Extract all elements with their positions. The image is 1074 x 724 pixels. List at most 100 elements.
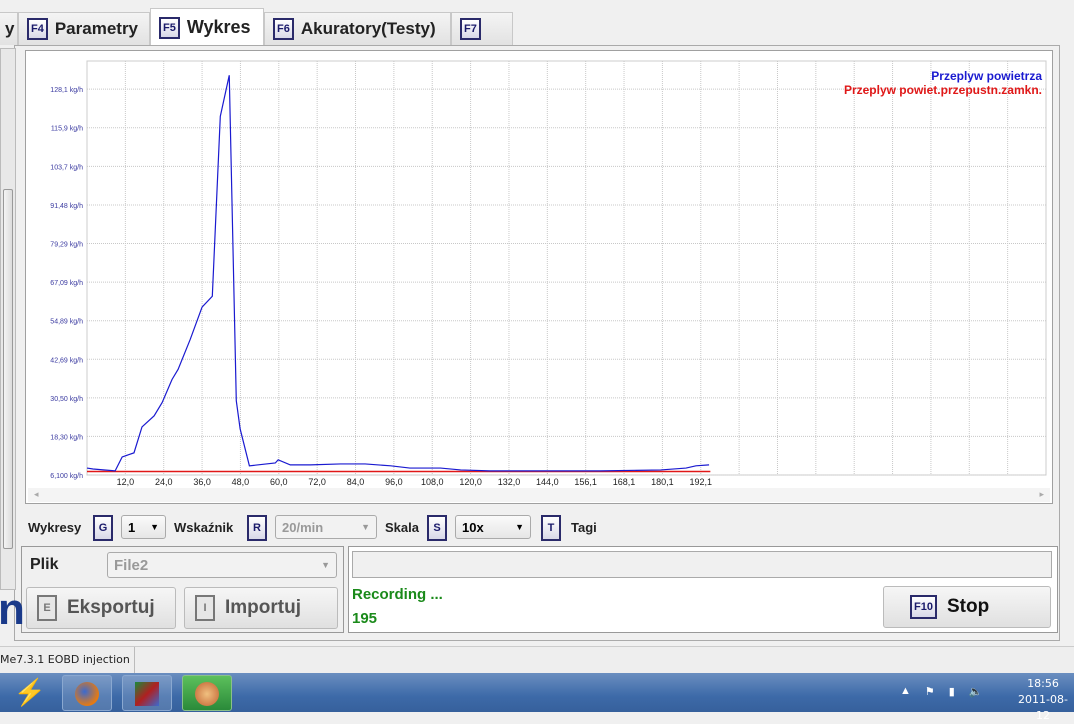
tab-label: Akuratory(Testy)	[300, 19, 436, 38]
progress-bar	[352, 551, 1052, 578]
key-badge-r: R	[247, 515, 267, 541]
file-select[interactable]: File2 ▼	[107, 552, 337, 578]
x-tick-label: 12,0	[117, 477, 135, 487]
select-value: 10x	[462, 519, 484, 535]
skala-select[interactable]: 10x ▼	[455, 515, 531, 539]
key-badge-s: S	[427, 515, 447, 541]
taskbar: ⚡ ▲ ⚑ ▮ 🔈 18:56 2011-08-12	[0, 673, 1074, 722]
battery-icon[interactable]: ▮	[949, 685, 955, 698]
x-tick-label: 60,0	[270, 477, 288, 487]
x-tick-label: 192,1	[689, 477, 712, 487]
key-badge: I	[195, 595, 215, 621]
vertical-scrollbar[interactable]	[0, 48, 16, 590]
tagi-label: Tagi	[571, 520, 597, 535]
skala-label: Skala	[385, 520, 419, 535]
wskaznik-select[interactable]: 20/min ▼	[275, 515, 377, 539]
volume-icon[interactable]: 🔈	[969, 685, 983, 698]
y-tick-label: 67,09 kg/h	[50, 280, 83, 287]
winamp-icon[interactable]: ⚡	[10, 677, 50, 709]
recording-count: 195	[352, 610, 378, 627]
system-tray: ▲ ⚑ ▮ 🔈	[900, 685, 983, 698]
clock-date: 2011-08-12	[1018, 693, 1068, 722]
tab-akuratory[interactable]: F6 Akuratory(Testy)	[264, 12, 451, 45]
x-tick-label: 144,0	[536, 477, 559, 487]
y-tick-label: 79,29 kg/h	[50, 242, 83, 249]
key-badge: E	[37, 595, 57, 621]
app-icon	[195, 682, 219, 706]
legend-item: Przeplyw powiet.przepustn.zamkn.	[843, 83, 1042, 97]
key-badge: F7	[460, 18, 481, 40]
button-label: Importuj	[225, 597, 301, 618]
y-tick-label: 103,7 kg/h	[50, 164, 83, 171]
taskbar-firefox[interactable]	[62, 675, 112, 711]
key-badge: F10	[910, 595, 937, 619]
file-panel: Plik File2 ▼ E Eksportuj I Importuj	[21, 546, 344, 633]
fiat-icon	[135, 682, 159, 706]
export-button[interactable]: E Eksportuj	[26, 587, 176, 629]
select-value: 20/min	[282, 519, 324, 535]
y-tick-label: 42,69 kg/h	[50, 357, 83, 364]
plik-label: Plik	[30, 556, 59, 573]
chart-panel: 6,100 kg/h 18,30 kg/h 30,50 kg/h 42,69 kg/h…	[25, 50, 1053, 504]
chart-legend: Przeplyw powietrza Przeplyw powiet.przep…	[844, 69, 1042, 97]
x-tick-label: 108,0	[421, 477, 444, 487]
show-hidden-icons-icon[interactable]: ▲	[900, 685, 911, 698]
select-value: File2	[114, 556, 149, 574]
chevron-down-icon: ▼	[361, 522, 370, 532]
x-tick-label: 180,1	[651, 477, 674, 487]
firefox-icon	[75, 682, 99, 706]
tab-label: y	[5, 19, 15, 38]
y-tick-label: 54,89 kg/h	[50, 319, 83, 326]
logo-fragment: n	[0, 585, 25, 634]
chevron-down-icon: ▼	[150, 522, 159, 532]
tab-f7[interactable]: F7	[451, 12, 513, 45]
x-tick-label: 132,0	[498, 477, 521, 487]
x-tick-label: 48,0	[232, 477, 250, 487]
line-chart: 6,100 kg/h 18,30 kg/h 30,50 kg/h 42,69 kg/h…	[50, 60, 1047, 487]
tab-wykres[interactable]: F5 Wykres	[150, 8, 264, 46]
import-button[interactable]: I Importuj	[184, 587, 338, 629]
chevron-down-icon: ▼	[515, 522, 524, 532]
y-tick-label: 128,1 kg/h	[50, 87, 83, 94]
y-tick-label: 30,50 kg/h	[50, 396, 83, 403]
key-badge: F5	[159, 16, 180, 39]
key-badge: F6	[273, 18, 294, 40]
tab-previous[interactable]: y	[0, 12, 18, 45]
recording-status: Recording ...	[352, 586, 443, 603]
wykresy-label: Wykresy	[28, 520, 82, 535]
flag-icon[interactable]: ⚑	[925, 685, 935, 698]
status-text: Me7.3.1 EOBD injection	[0, 647, 135, 673]
y-tick-label: 6,100 kg/h	[50, 473, 83, 480]
tagi-toggle[interactable]: T	[541, 515, 561, 541]
taskbar-fiat-app[interactable]	[122, 675, 172, 711]
button-label: Stop	[946, 596, 990, 617]
x-tick-label: 72,0	[308, 477, 326, 487]
select-value: 1	[128, 519, 136, 535]
y-tick-label: 91,48 kg/h	[50, 203, 83, 210]
x-tick-label: 24,0	[155, 477, 173, 487]
clock-time: 18:56	[1027, 677, 1059, 690]
x-tick-label: 156,1	[574, 477, 597, 487]
key-badge-g: G	[93, 515, 113, 541]
status-bar: Me7.3.1 EOBD injection	[0, 646, 1074, 673]
scrollbar-thumb[interactable]	[3, 189, 13, 549]
wskaznik-label: Wskaźnik	[174, 520, 234, 535]
tab-parametry[interactable]: F4 Parametry	[18, 12, 150, 45]
legend-item: Przeplyw powietrza	[931, 69, 1042, 83]
tab-label: Parametry	[54, 19, 139, 38]
x-tick-label: 120,0	[459, 477, 482, 487]
clock[interactable]: 18:56 2011-08-12	[1012, 676, 1074, 724]
y-tick-label: 18,30 kg/h	[50, 434, 83, 441]
tab-label: Wykres	[186, 17, 251, 37]
x-tick-label: 36,0	[193, 477, 211, 487]
stop-button[interactable]: F10 Stop	[883, 586, 1051, 628]
wykresy-select[interactable]: 1 ▼	[121, 515, 166, 539]
y-tick-label: 115,9 kg/h	[51, 126, 83, 133]
x-tick-label: 168,1	[613, 477, 636, 487]
chevron-down-icon: ▼	[321, 560, 330, 570]
taskbar-active-app[interactable]	[182, 675, 232, 711]
button-label: Eksportuj	[67, 597, 155, 618]
recording-panel: Recording ... 195 F10 Stop	[348, 546, 1058, 633]
horizontal-scrollbar[interactable]: ◂ ▸	[28, 488, 1050, 502]
x-tick-label: 96,0	[385, 477, 403, 487]
